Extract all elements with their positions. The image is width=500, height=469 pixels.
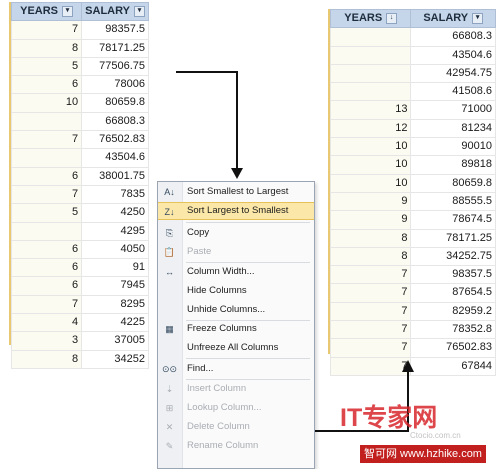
menu-item-rename-column: ✎ Rename Column — [158, 437, 314, 455]
menu-item-copy[interactable]: ⎘ Copy — [158, 224, 314, 242]
watermark-site: 智可网 www.hzhike.com — [360, 445, 486, 463]
rename-column-icon: ✎ — [165, 441, 174, 451]
binoculars-icon: ⊙⊙ — [162, 364, 178, 374]
insert-column-icon: ⇣ — [165, 384, 174, 394]
menu-separator — [186, 222, 310, 223]
column-width-icon: ↔ — [165, 267, 174, 277]
menu-item-sort-descending[interactable]: Z↓ Sort Largest to Smallest — [158, 202, 314, 220]
menu-item-column-width[interactable]: ↔ Column Width... — [158, 263, 314, 281]
watermark: IT专家网 Ctocio.com.cn 智可网 www.hzhike.com — [340, 403, 500, 467]
lookup-column-icon: ⊞ — [165, 403, 174, 413]
menu-item-paste: 📋 Paste — [163, 246, 212, 257]
menu-item-unhide-columns[interactable]: Unhide Columns... — [158, 301, 314, 319]
menu-item-hide-columns[interactable]: Hide Columns — [158, 282, 314, 300]
copy-icon: ⎘ — [165, 228, 174, 238]
menu-separator — [186, 358, 310, 359]
freeze-icon: ▦ — [165, 324, 174, 334]
menu-item-lookup-column: ⊞ Lookup Column... — [158, 399, 314, 417]
menu-item-freeze-columns[interactable]: ▦ Freeze Columns — [158, 320, 314, 338]
sort-ascending-icon: A↓ — [164, 187, 175, 197]
menu-item-insert-column: ⇣ Insert Column — [158, 380, 314, 398]
arrow-to-menu — [176, 71, 238, 170]
menu-item-unfreeze-all-columns[interactable]: Unfreeze All Columns — [158, 339, 314, 357]
watermark-logo: IT专家网 — [340, 404, 438, 432]
delete-column-icon: ✕ — [165, 422, 174, 432]
arrow-head-down — [231, 168, 243, 179]
menu-item-delete-column: ✕ Delete Column — [158, 418, 314, 436]
context-menu: A↓ Sort Smallest to Largest Z↓ Sort Larg… — [157, 181, 315, 469]
paste-icon: 📋 — [163, 247, 176, 257]
watermark-subtext: Ctocio.com.cn — [410, 431, 461, 440]
sort-descending-icon: Z↓ — [164, 207, 175, 217]
menu-item-sort-ascending[interactable]: A↓ Sort Smallest to Largest — [158, 183, 314, 201]
arrow-head-up — [402, 360, 414, 372]
menu-item-find[interactable]: ⊙⊙ Find... — [158, 360, 314, 378]
